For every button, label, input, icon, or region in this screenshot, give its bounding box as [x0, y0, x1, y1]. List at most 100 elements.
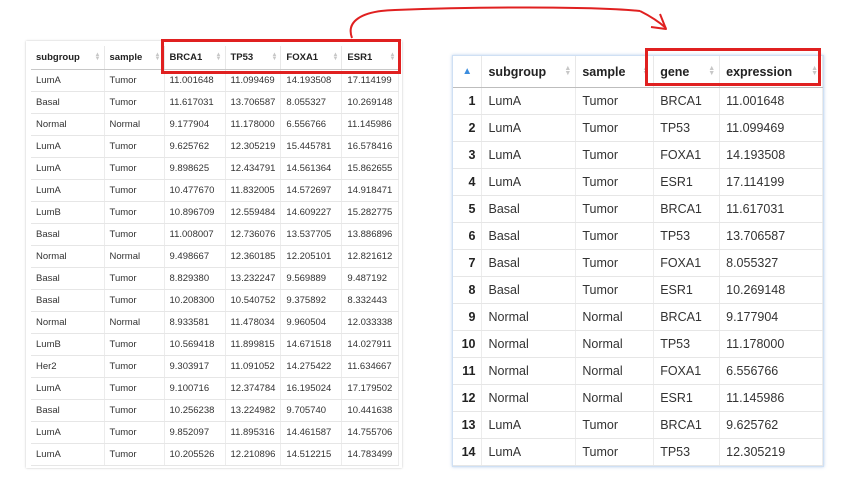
- table-cell: 10.441638: [341, 399, 400, 422]
- table-cell: Tumor: [575, 168, 655, 196]
- arrow-curve: [349, 6, 641, 39]
- long-table: ▲ subgroup ▲ ▼ sample ▲ ▼ gene ▲ ▼ expression ▲…: [453, 56, 823, 466]
- table-cell: TP53: [653, 438, 721, 466]
- table-cell: 14.755706: [341, 421, 400, 444]
- table-cell: 13.232247: [225, 267, 282, 290]
- row-number: 13: [453, 411, 483, 439]
- table-cell: Tumor: [104, 201, 165, 224]
- table-cell: 6.556766: [719, 357, 823, 385]
- table-cell: 11.099469: [719, 114, 823, 142]
- long-col-expression-header[interactable]: expression ▲ ▼: [719, 56, 823, 88]
- row-number: 1: [453, 87, 483, 115]
- table-cell: 15.282775: [341, 201, 400, 224]
- table-cell: Normal: [481, 357, 577, 385]
- table-cell: 8.055327: [280, 91, 343, 114]
- row-number: 6: [453, 222, 483, 250]
- table-row: 8 Basal Tumor ESR1 10.269148: [453, 276, 823, 304]
- table-cell: 9.177904: [719, 303, 823, 331]
- table-cell: LumA: [31, 135, 105, 158]
- table-row: 3 LumA Tumor FOXA1 14.193508: [453, 141, 823, 169]
- table-cell: 9.898625: [164, 157, 226, 180]
- table-cell: Tumor: [104, 267, 165, 290]
- table-cell: Tumor: [575, 87, 655, 115]
- wide-col-label: BRCA1: [169, 52, 203, 63]
- table-cell: Tumor: [104, 377, 165, 400]
- table-cell: 14.275422: [280, 355, 343, 378]
- table-cell: Tumor: [575, 222, 655, 250]
- table-cell: 14.609227: [280, 201, 343, 224]
- table-cell: Basal: [31, 223, 105, 246]
- table-cell: 13.886896: [341, 223, 400, 246]
- table-cell: 9.625762: [719, 411, 823, 439]
- table-cell: Basal: [481, 195, 577, 223]
- arrowhead-icon: [650, 13, 667, 30]
- table-cell: Normal: [575, 357, 655, 385]
- table-cell: 12.210896: [225, 443, 282, 466]
- table-cell: Tumor: [104, 223, 165, 246]
- wide-col-label: TP53: [230, 52, 254, 63]
- table-row: LumA Tumor 10.477670 11.832005 14.572697 14.9…: [31, 179, 400, 202]
- wide-col-tp53-header[interactable]: TP53 ▲ ▼: [225, 46, 282, 70]
- table-cell: Tumor: [104, 443, 165, 466]
- table-cell: 9.100716: [164, 377, 226, 400]
- table-cell: 8.332443: [341, 289, 400, 312]
- wide-table: subgroup ▲ ▼ sample ▲ ▼ BRCA1 ▲ ▼ TP53 ▲ ▼ FOXA1…: [31, 46, 400, 466]
- table-cell: 12.559484: [225, 201, 282, 224]
- long-col-subgroup-header[interactable]: subgroup ▲ ▼: [481, 56, 577, 88]
- table-cell: LumA: [481, 438, 577, 466]
- long-col-gene-header[interactable]: gene ▲ ▼: [653, 56, 721, 88]
- table-row: LumA Tumor 11.001648 11.099469 14.193508 17.1…: [31, 69, 400, 92]
- table-row: LumA Tumor 9.898625 12.434791 14.561364 15.86…: [31, 157, 400, 180]
- sort-ascending-icon: ▲: [462, 66, 473, 77]
- table-cell: 15.445781: [280, 135, 343, 158]
- table-cell: FOXA1: [653, 141, 721, 169]
- table-cell: 12.736076: [225, 223, 282, 246]
- table-cell: 17.179502: [341, 377, 400, 400]
- table-cell: Basal: [481, 249, 577, 277]
- table-cell: 9.303917: [164, 355, 226, 378]
- table-cell: Basal: [31, 91, 105, 114]
- table-cell: BRCA1: [653, 195, 721, 223]
- table-cell: Normal: [104, 311, 165, 334]
- long-col-sample-header[interactable]: sample ▲ ▼: [575, 56, 655, 88]
- table-cell: 11.001648: [164, 69, 226, 92]
- table-row: Normal Normal 8.933581 11.478034 9.960504 12.…: [31, 311, 400, 334]
- table-cell: 14.512215: [280, 443, 343, 466]
- long-col-label: sample: [582, 64, 626, 79]
- table-cell: 9.960504: [280, 311, 343, 334]
- table-row: 14 LumA Tumor TP53 12.305219: [453, 438, 823, 466]
- table-cell: 9.625762: [164, 135, 226, 158]
- table-cell: 9.705740: [280, 399, 343, 422]
- table-cell: 14.671518: [280, 333, 343, 356]
- table-row: 13 LumA Tumor BRCA1 9.625762: [453, 411, 823, 439]
- wide-col-label: FOXA1: [286, 52, 319, 63]
- table-cell: Basal: [31, 399, 105, 422]
- wide-col-subgroup-header[interactable]: subgroup ▲ ▼: [31, 46, 105, 70]
- row-number: 10: [453, 330, 483, 358]
- table-cell: 13.224982: [225, 399, 282, 422]
- wide-col-esr1-header[interactable]: ESR1 ▲ ▼: [341, 46, 400, 70]
- table-cell: Normal: [104, 113, 165, 136]
- table-cell: 14.918471: [341, 179, 400, 202]
- table-cell: Normal: [481, 330, 577, 358]
- table-cell: Tumor: [104, 421, 165, 444]
- table-cell: 12.305219: [225, 135, 282, 158]
- wide-col-label: ESR1: [347, 52, 373, 63]
- table-row: LumB Tumor 10.896709 12.559484 14.609227 15.2…: [31, 201, 400, 224]
- row-index-sort-header[interactable]: ▲: [453, 56, 483, 88]
- table-cell: Tumor: [104, 289, 165, 312]
- table-row: Basal Tumor 11.008007 12.736076 13.537705 13.…: [31, 223, 400, 246]
- table-cell: 11.145986: [719, 384, 823, 412]
- wide-col-sample-header[interactable]: sample ▲ ▼: [104, 46, 165, 70]
- table-cell: Tumor: [104, 157, 165, 180]
- long-col-label: expression: [726, 64, 793, 79]
- wide-col-brca1-header[interactable]: BRCA1 ▲ ▼: [164, 46, 226, 70]
- row-number: 9: [453, 303, 483, 331]
- table-cell: BRCA1: [653, 87, 721, 115]
- wide-col-foxa1-header[interactable]: FOXA1 ▲ ▼: [280, 46, 343, 70]
- table-cell: BRCA1: [653, 411, 721, 439]
- table-cell: ESR1: [653, 276, 721, 304]
- diagram-canvas: subgroup ▲ ▼ sample ▲ ▼ BRCA1 ▲ ▼ TP53 ▲ ▼ FOXA1…: [0, 0, 843, 500]
- table-row: 9 Normal Normal BRCA1 9.177904: [453, 303, 823, 331]
- table-cell: 9.177904: [164, 113, 226, 136]
